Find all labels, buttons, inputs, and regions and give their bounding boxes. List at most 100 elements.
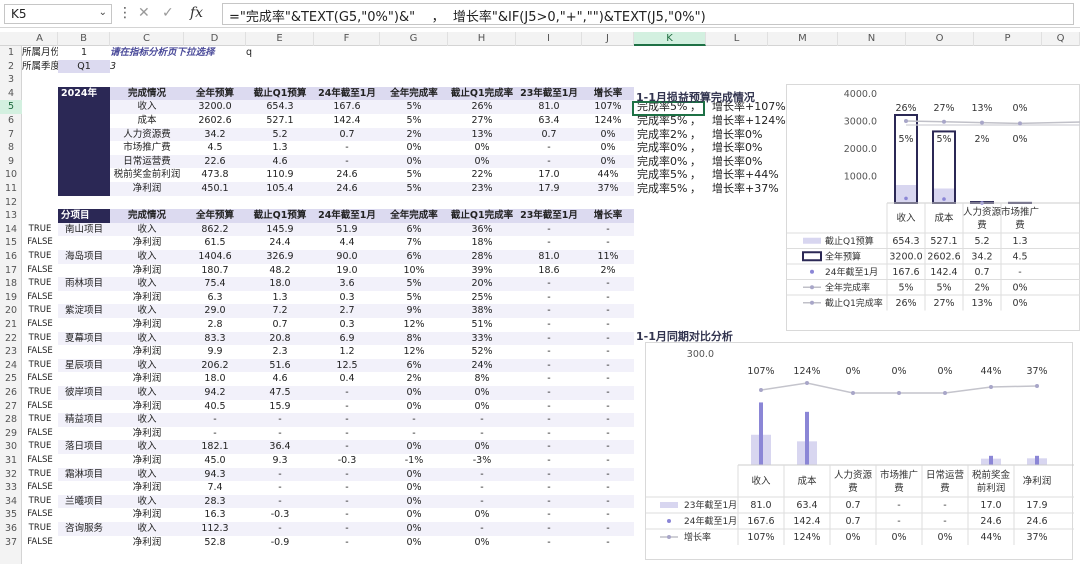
table2-value[interactable]: 29.0 <box>184 304 246 318</box>
flag-cell[interactable]: TRUE <box>22 413 58 427</box>
table1-value[interactable]: 0% <box>448 155 516 169</box>
project-item[interactable]: 收入 <box>110 440 184 454</box>
project-name[interactable] <box>58 345 110 359</box>
table2-value[interactable]: - <box>516 400 582 414</box>
table2-value[interactable]: 862.2 <box>184 223 246 237</box>
table2-value[interactable]: - <box>516 318 582 332</box>
table1-value[interactable]: 5.2 <box>246 128 314 142</box>
table2-value[interactable]: 24.4 <box>246 236 314 250</box>
flag-cell[interactable]: FALSE <box>22 508 58 522</box>
table1-header[interactable]: 全年预算 <box>184 86 246 101</box>
project-item[interactable]: 净利润 <box>110 236 184 250</box>
table2-value[interactable]: 0% <box>380 495 448 509</box>
table1-value[interactable]: 24.6 <box>314 168 380 182</box>
table2-value[interactable]: 2.3 <box>246 345 314 359</box>
year-side-cell[interactable] <box>58 114 110 128</box>
table2-value[interactable]: - <box>246 522 314 536</box>
flag-cell[interactable]: TRUE <box>22 522 58 536</box>
table2-value[interactable]: 6% <box>380 250 448 264</box>
row-header-21[interactable]: 21 <box>0 318 22 332</box>
table2-value[interactable]: - <box>516 236 582 250</box>
table2-value[interactable]: - <box>516 304 582 318</box>
table1-value[interactable]: 110.9 <box>246 168 314 182</box>
table1-value[interactable]: 450.1 <box>184 182 246 196</box>
project-item[interactable]: 净利润 <box>110 318 184 332</box>
flag-cell[interactable]: TRUE <box>22 386 58 400</box>
table2-value[interactable]: 0.4 <box>314 372 380 386</box>
project-item[interactable]: 净利润 <box>110 508 184 522</box>
table2-header[interactable]: 完成情况 <box>110 209 184 223</box>
table1-value[interactable]: 0% <box>582 155 634 169</box>
row-header-27[interactable]: 27 <box>0 400 22 414</box>
table2-value[interactable]: - <box>582 440 634 454</box>
table1-value[interactable]: - <box>516 141 582 155</box>
col-header-K[interactable]: K <box>634 32 706 46</box>
confirm-icon[interactable]: ✓ <box>162 5 174 21</box>
project-name[interactable]: 落日项目 <box>58 440 110 454</box>
row-header-9[interactable]: 9 <box>0 155 22 169</box>
summary-sep[interactable]: ， <box>690 182 704 196</box>
table2-value[interactable]: - <box>516 386 582 400</box>
table1-value[interactable]: - <box>314 141 380 155</box>
flag-cell[interactable]: TRUE <box>22 359 58 373</box>
month-value[interactable]: 1 <box>58 46 110 60</box>
year-side-cell[interactable] <box>58 154 110 169</box>
table2-value[interactable]: 28.3 <box>184 495 246 509</box>
table2-value[interactable]: 61.5 <box>184 236 246 250</box>
note-text[interactable]: 请在指标分析页下拉选择 <box>110 46 246 60</box>
table1-value[interactable]: 527.1 <box>246 114 314 128</box>
flag-cell[interactable]: TRUE <box>22 277 58 291</box>
table2-value[interactable]: 11% <box>582 250 634 264</box>
row-header-15[interactable]: 15 <box>0 236 22 250</box>
project-name[interactable] <box>58 264 110 278</box>
year-side-cell[interactable] <box>58 182 110 196</box>
table2-value[interactable]: 40.5 <box>184 400 246 414</box>
table2-value[interactable]: 18% <box>448 236 516 250</box>
table2-value[interactable]: - <box>516 427 582 441</box>
project-name[interactable] <box>58 372 110 386</box>
table2-value[interactable]: 12% <box>380 345 448 359</box>
table2-value[interactable]: 5% <box>380 277 448 291</box>
more-icon[interactable]: ⋮ <box>118 5 132 21</box>
month-label[interactable]: 所属月份 <box>22 46 58 60</box>
table2-value[interactable]: - <box>246 495 314 509</box>
table1-value[interactable]: 1.3 <box>246 141 314 155</box>
table1-item[interactable]: 日常运营费 <box>110 155 184 169</box>
table2-value[interactable]: - <box>184 427 246 441</box>
table1-value[interactable]: 26% <box>448 100 516 114</box>
row-header-35[interactable]: 35 <box>0 508 22 522</box>
table2-value[interactable]: 12% <box>380 318 448 332</box>
table2-value[interactable]: - <box>516 522 582 536</box>
table2-value[interactable]: - <box>516 277 582 291</box>
flag-cell[interactable]: TRUE <box>22 468 58 482</box>
project-name[interactable]: 夏幕项目 <box>58 332 110 346</box>
flag-cell[interactable]: FALSE <box>22 264 58 278</box>
project-item[interactable]: 收入 <box>110 522 184 536</box>
table2-value[interactable]: 1404.6 <box>184 250 246 264</box>
chart-yoy-comparison[interactable]: 300.0 107% 124% 0% 0% 0% 44% 37% 收入 成本 人力资源费市场推广费日… <box>645 342 1074 560</box>
table1-value[interactable]: 81.0 <box>516 100 582 114</box>
table2-value[interactable]: - <box>516 372 582 386</box>
table2-value[interactable]: 39% <box>448 264 516 278</box>
project-name[interactable] <box>58 291 110 305</box>
table2-value[interactable]: 6.3 <box>184 291 246 305</box>
table1-value[interactable]: 5% <box>380 182 448 196</box>
table2-value[interactable]: - <box>314 440 380 454</box>
table1-value[interactable]: 167.6 <box>314 100 380 114</box>
table2-value[interactable]: 10% <box>380 264 448 278</box>
table2-value[interactable]: 7.4 <box>184 481 246 495</box>
row-header-24[interactable]: 24 <box>0 359 22 373</box>
table2-value[interactable]: 16.3 <box>184 508 246 522</box>
table2-value[interactable]: - <box>448 495 516 509</box>
table2-value[interactable]: - <box>314 413 380 427</box>
row-header-32[interactable]: 32 <box>0 468 22 482</box>
table2-value[interactable]: 24% <box>448 359 516 373</box>
table2-value[interactable]: 6% <box>380 359 448 373</box>
table2-header[interactable]: 24年截至1月 <box>314 209 380 223</box>
table2-value[interactable]: - <box>516 508 582 522</box>
table1-value[interactable]: 0% <box>380 155 448 169</box>
table2-value[interactable]: 94.3 <box>184 468 246 482</box>
project-name[interactable] <box>58 508 110 522</box>
project-item[interactable]: 净利润 <box>110 345 184 359</box>
table2-value[interactable]: 145.9 <box>246 223 314 237</box>
